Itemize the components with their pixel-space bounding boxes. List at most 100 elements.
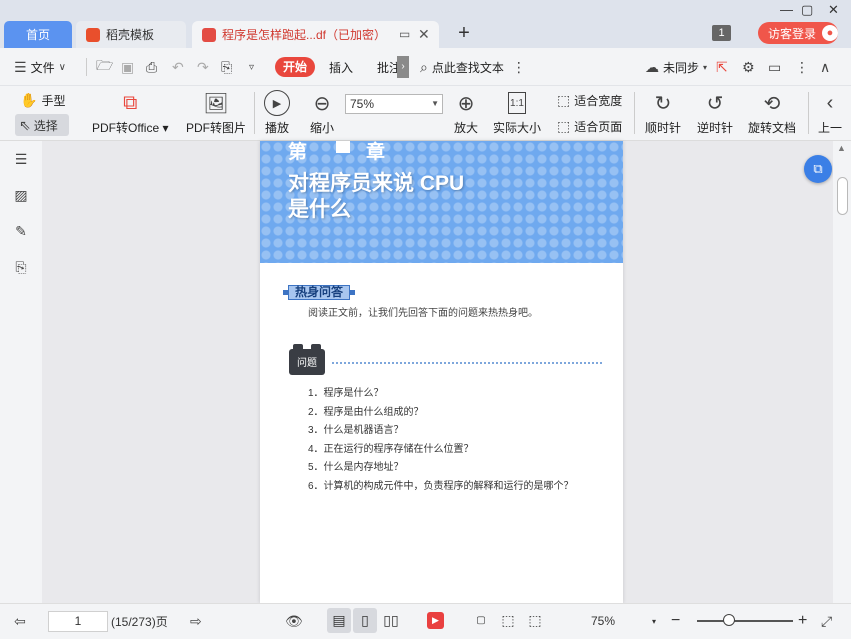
list-item: 5．什么是内存地址？	[308, 462, 404, 473]
collapse-ribbon-icon[interactable]: ∧	[820, 48, 830, 86]
file-menu-label: 文件	[30, 60, 55, 75]
print-icon[interactable]: ⎙	[146, 48, 157, 86]
hand-tool-button[interactable]: ✋ 手型	[20, 92, 65, 109]
actual-size-label: 实际大小	[493, 121, 542, 135]
tab-template[interactable]: 稻壳模板	[76, 21, 186, 48]
open-file-icon[interactable]: 🗁	[96, 48, 113, 86]
pdf-page[interactable]: 第 章 对程序员来说 CPU 是什么 热身问答 阅读正文前，让我们先回答下面的问…	[260, 141, 623, 603]
new-tab-button[interactable]: +	[452, 22, 476, 46]
next-page-arrow-icon[interactable]: ⇨	[190, 603, 202, 639]
previous-page-button[interactable]: ‹ 上一	[817, 90, 843, 136]
previous-page-label: 上一	[817, 121, 842, 135]
visitor-login-label: 访客登录	[768, 26, 817, 41]
continuous-view-icon[interactable]: ▤	[327, 608, 351, 633]
two-page-view-icon[interactable]: ▯▯	[379, 608, 403, 633]
zoom-select[interactable]: 75% ▼	[345, 94, 443, 114]
fit-width-button[interactable]: ⬚ 适合宽度	[557, 92, 622, 109]
rotate-clockwise-button[interactable]: ↻ 顺时针	[645, 90, 681, 136]
tab-insert[interactable]: 插入	[329, 48, 353, 86]
fit-width-status-icon[interactable]: ⬚	[523, 608, 547, 633]
pdf-to-image-button[interactable]: 🖼 PDF转图片	[186, 90, 246, 136]
page-number-input[interactable]: 1	[48, 611, 108, 632]
chevron-down-icon: ▼	[431, 99, 439, 108]
chevron-right-icon[interactable]: ›	[397, 56, 409, 78]
list-item: 2．程序是由什么组成的？	[308, 406, 424, 418]
share-icon[interactable]: ⇱	[716, 48, 728, 86]
settings-gear-icon[interactable]: ⚙	[742, 48, 755, 86]
sync-status[interactable]: ☁ 未同步 ▾	[645, 48, 707, 86]
eye-protection-icon[interactable]: 👁	[285, 603, 303, 639]
rotate-clockwise-label: 顺时针	[645, 121, 682, 135]
close-tab-icon[interactable]: ✕	[418, 26, 430, 43]
actual-size-button[interactable]: 1:1 实际大小	[493, 90, 541, 136]
zoom-level-value[interactable]: 75%	[591, 603, 615, 639]
rotate-document-icon: ⟲	[763, 92, 781, 115]
maximize-icon[interactable]: ▢	[801, 2, 813, 18]
attachment-export-icon[interactable]: ⎘	[13, 259, 29, 275]
select-tool-button[interactable]: ⇖ 选择	[15, 114, 69, 136]
chat-icon[interactable]: ▭	[768, 48, 781, 86]
select-tool-label: 选择	[33, 118, 58, 133]
search-text-button[interactable]: ⌕ 点此查找文本 ⋮	[420, 48, 526, 86]
warmup-heading: 热身问答	[282, 285, 356, 300]
annotation-pen-icon[interactable]: ✎	[13, 223, 29, 239]
chevron-down-icon[interactable]: ▾	[652, 603, 656, 639]
zoom-in-label: 放大	[453, 121, 478, 135]
tab-home[interactable]: 首页	[4, 21, 72, 48]
left-sidebar: ☰ ▨ ✎ ⎘	[0, 141, 42, 603]
search-text-label: 点此查找文本	[431, 60, 504, 75]
rotate-counter-clockwise-label: 逆时针	[697, 121, 734, 135]
hand-tool-label: 手型	[41, 94, 66, 108]
more-options-icon[interactable]: ⋮	[795, 48, 809, 86]
save-icon[interactable]: ▣	[121, 48, 134, 86]
prev-page-arrow-icon[interactable]: ⇦	[14, 603, 26, 639]
zoom-in-button[interactable]: ⊕ 放大	[453, 90, 479, 136]
fit-page-status-icon[interactable]: ⬚	[496, 608, 520, 633]
scroll-up-icon[interactable]: ▲	[837, 143, 846, 153]
tab-template-label: 稻壳模板	[106, 28, 155, 42]
tab-document-label: 程序是怎样跑起...df（已加密）	[222, 28, 387, 42]
sync-status-label: 未同步	[663, 60, 700, 75]
zoom-slider-handle[interactable]	[723, 614, 735, 626]
fullscreen-icon[interactable]: ⤢	[821, 603, 832, 639]
rotate-document-button[interactable]: ⟲ 旋转文档	[748, 90, 796, 136]
intro-text: 阅读正文前，让我们先回答下面的问题来热热身吧。	[308, 308, 538, 319]
tab-start[interactable]: 开始	[275, 57, 315, 77]
divider	[634, 92, 635, 134]
thumbnail-image-icon[interactable]: ▨	[13, 187, 29, 203]
fit-page-button[interactable]: ⬚ 适合页面	[557, 118, 622, 135]
undo-icon[interactable]: ↶	[172, 48, 184, 86]
play-slideshow-icon[interactable]: ▶	[427, 612, 444, 629]
pdf-to-office-button[interactable]: ⧉ PDF转Office ▾	[92, 90, 169, 136]
more-vertical-icon[interactable]: ⋮	[512, 59, 526, 76]
chapter-suffix: 章	[366, 142, 388, 163]
close-window-icon[interactable]: ✕	[828, 2, 839, 18]
zoom-in-plus-icon[interactable]: +	[798, 603, 807, 639]
floating-tool-icon[interactable]: ⧉	[804, 155, 832, 183]
play-button[interactable]: ▶ 播放	[264, 90, 290, 136]
visitor-login-button[interactable]: 访客登录 ●	[758, 22, 838, 44]
scrollbar-thumb[interactable]	[837, 177, 848, 215]
zoom-out-minus-icon[interactable]: −	[671, 603, 680, 639]
export-icon[interactable]: ⎘	[221, 48, 232, 86]
rotate-counter-clockwise-button[interactable]: ↺ 逆时针	[697, 90, 733, 136]
avatar-icon: ●	[822, 25, 838, 41]
chevron-down-icon: ∨	[58, 61, 66, 73]
window-count-badge[interactable]: 1	[712, 25, 731, 41]
outline-list-icon[interactable]: ☰	[13, 151, 29, 167]
pin-icon[interactable]: ▭	[399, 27, 410, 41]
redo-icon[interactable]: ↷	[197, 48, 209, 86]
tab-insert-label: 插入	[329, 60, 354, 75]
more-quick-icon[interactable]: ▿	[249, 48, 254, 86]
tab-document[interactable]: 程序是怎样跑起...df（已加密） ▭ ✕	[192, 21, 439, 48]
chevron-left-icon: ‹	[826, 91, 834, 114]
vertical-scrollbar[interactable]: ▲	[833, 141, 851, 603]
zoom-out-button[interactable]: ⊖ 缩小	[309, 90, 335, 136]
single-page-view-icon[interactable]: ▯	[353, 608, 377, 633]
play-icon: ▶	[264, 90, 290, 116]
zoom-slider-track[interactable]	[697, 620, 793, 622]
chapter-banner: 第 章 对程序员来说 CPU 是什么	[260, 141, 623, 263]
actual-size-status-icon[interactable]: ▢	[469, 608, 493, 633]
minimize-icon[interactable]: —	[780, 2, 793, 17]
file-menu[interactable]: ☰ 文件 ∨	[14, 48, 66, 86]
